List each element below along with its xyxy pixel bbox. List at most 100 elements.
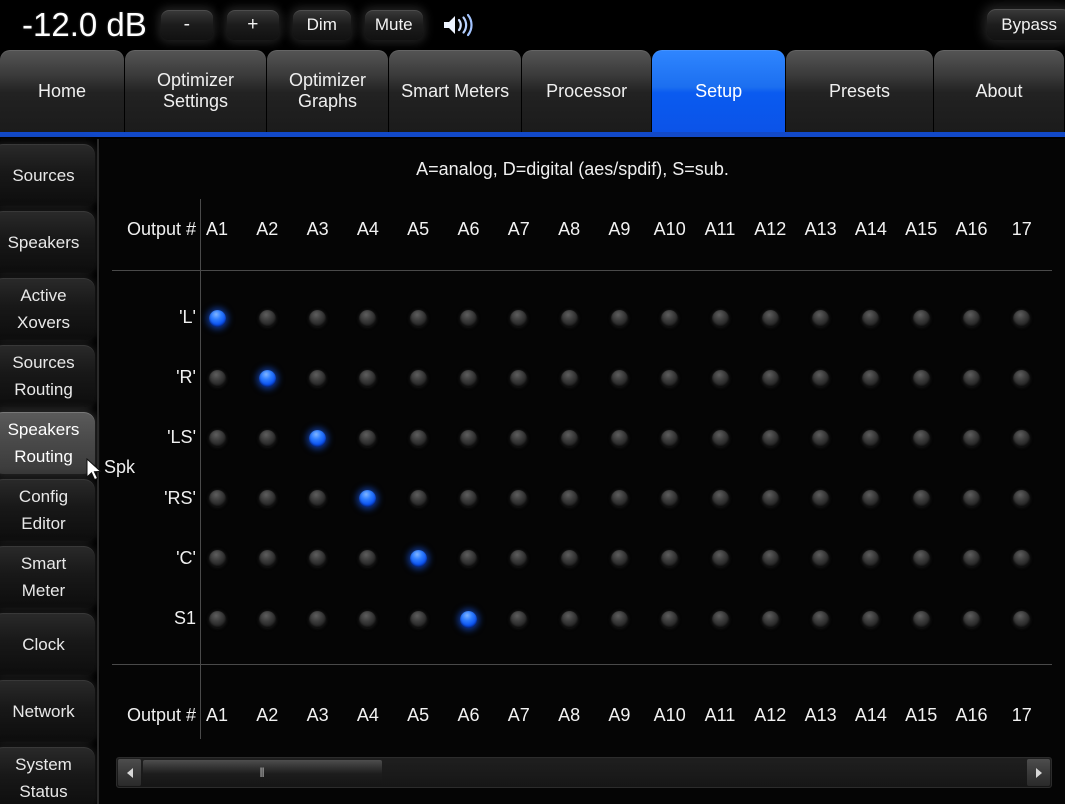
- routing-dot-l-a8[interactable]: [560, 309, 578, 327]
- routing-dot-rs-a2[interactable]: [258, 490, 276, 508]
- routing-dot-s1-a10[interactable]: [661, 610, 679, 628]
- dim-button[interactable]: Dim: [292, 10, 351, 40]
- tab-optimizer-graphs[interactable]: Optimizer Graphs: [267, 50, 389, 132]
- routing-dot-c-a1[interactable]: [208, 550, 226, 568]
- routing-dot-l-a6[interactable]: [460, 309, 477, 327]
- routing-dot-ls-17[interactable]: [1013, 429, 1031, 447]
- routing-dot-c-a9[interactable]: [610, 550, 628, 568]
- routing-dot-rs-a13[interactable]: [812, 490, 830, 508]
- sidebar-item-active-xovers[interactable]: Active Xovers: [0, 278, 95, 340]
- routing-dot-rs-a14[interactable]: [862, 490, 880, 508]
- routing-dot-l-17[interactable]: [1013, 309, 1031, 327]
- routing-dot-l-a7[interactable]: [510, 309, 528, 327]
- sidebar-item-clock[interactable]: Clock: [0, 613, 95, 675]
- sidebar-item-speakers-routing[interactable]: Speakers Routing: [0, 412, 95, 474]
- routing-dot-ls-a3[interactable]: [309, 429, 327, 447]
- routing-dot-r-a1[interactable]: [208, 369, 226, 387]
- routing-dot-s1-a9[interactable]: [610, 610, 628, 628]
- routing-dot-l-a16[interactable]: [963, 309, 980, 327]
- routing-dot-s1-a12[interactable]: [761, 610, 779, 628]
- routing-dot-rs-a15[interactable]: [912, 490, 930, 508]
- routing-dot-c-a3[interactable]: [309, 550, 327, 568]
- routing-dot-r-a15[interactable]: [912, 369, 930, 387]
- routing-dot-ls-a13[interactable]: [812, 429, 830, 447]
- routing-dot-r-a10[interactable]: [661, 369, 679, 387]
- routing-dot-c-a10[interactable]: [661, 550, 679, 568]
- routing-dot-s1-a13[interactable]: [812, 610, 830, 628]
- routing-dot-r-17[interactable]: [1013, 369, 1031, 387]
- routing-dot-s1-17[interactable]: [1013, 610, 1031, 628]
- routing-dot-r-a4[interactable]: [359, 369, 377, 387]
- routing-dot-r-a7[interactable]: [510, 369, 528, 387]
- routing-dot-rs-a16[interactable]: [963, 490, 980, 508]
- routing-dot-rs-a7[interactable]: [510, 490, 528, 508]
- routing-dot-ls-a12[interactable]: [761, 429, 779, 447]
- tab-presets[interactable]: Presets: [786, 50, 933, 132]
- routing-dot-s1-a5[interactable]: [409, 610, 427, 628]
- routing-dot-l-a9[interactable]: [610, 309, 628, 327]
- routing-dot-l-a10[interactable]: [661, 309, 679, 327]
- routing-dot-c-a5[interactable]: [409, 550, 427, 568]
- routing-dot-r-a12[interactable]: [761, 369, 779, 387]
- routing-dot-ls-a15[interactable]: [912, 429, 930, 447]
- routing-dot-ls-a8[interactable]: [560, 429, 578, 447]
- routing-dot-s1-a11[interactable]: [711, 610, 729, 628]
- volume-decrement-button[interactable]: -: [160, 10, 213, 40]
- routing-dot-l-a14[interactable]: [862, 309, 880, 327]
- routing-dot-rs-a5[interactable]: [409, 490, 427, 508]
- scrollbar-thumb[interactable]: ‖: [143, 760, 382, 785]
- routing-dot-l-a5[interactable]: [409, 309, 427, 327]
- routing-dot-l-a12[interactable]: [761, 309, 779, 327]
- speaker-volume-icon[interactable]: [439, 10, 477, 40]
- routing-dot-c-a7[interactable]: [510, 550, 528, 568]
- routing-dot-l-a13[interactable]: [812, 309, 830, 327]
- routing-dot-ls-a10[interactable]: [661, 429, 679, 447]
- routing-dot-c-17[interactable]: [1013, 550, 1031, 568]
- routing-dot-r-a6[interactable]: [460, 369, 477, 387]
- routing-dot-s1-a15[interactable]: [912, 610, 930, 628]
- routing-dot-l-a3[interactable]: [309, 309, 327, 327]
- routing-dot-rs-a9[interactable]: [610, 490, 628, 508]
- routing-dot-s1-a14[interactable]: [862, 610, 880, 628]
- routing-dot-ls-a5[interactable]: [409, 429, 427, 447]
- routing-dot-rs-a4[interactable]: [359, 490, 377, 508]
- routing-dot-c-a6[interactable]: [460, 550, 477, 568]
- tab-setup[interactable]: Setup: [652, 50, 786, 132]
- tab-processor[interactable]: Processor: [522, 50, 652, 132]
- routing-dot-ls-a11[interactable]: [711, 429, 729, 447]
- routing-dot-s1-a8[interactable]: [560, 610, 578, 628]
- bypass-button[interactable]: Bypass: [987, 9, 1065, 40]
- routing-dot-s1-a7[interactable]: [510, 610, 528, 628]
- routing-dot-r-a14[interactable]: [862, 369, 880, 387]
- routing-dot-r-a5[interactable]: [409, 369, 427, 387]
- routing-dot-l-a2[interactable]: [258, 309, 276, 327]
- routing-dot-rs-a12[interactable]: [761, 490, 779, 508]
- mute-button[interactable]: Mute: [364, 10, 423, 40]
- routing-dot-r-a13[interactable]: [812, 369, 830, 387]
- routing-dot-l-a11[interactable]: [711, 309, 729, 327]
- routing-dot-s1-a1[interactable]: [208, 610, 226, 628]
- routing-dot-s1-a6[interactable]: [460, 610, 477, 628]
- sidebar-item-sources[interactable]: Sources: [0, 144, 95, 206]
- routing-dot-r-a2[interactable]: [258, 369, 276, 387]
- routing-dot-l-a4[interactable]: [359, 309, 377, 327]
- sidebar-item-network[interactable]: Network: [0, 680, 95, 742]
- horizontal-scrollbar[interactable]: ‖: [116, 757, 1052, 788]
- routing-dot-s1-a2[interactable]: [258, 610, 276, 628]
- routing-dot-ls-a2[interactable]: [258, 429, 276, 447]
- routing-dot-ls-a9[interactable]: [610, 429, 628, 447]
- routing-dot-c-a13[interactable]: [812, 550, 830, 568]
- routing-dot-ls-a1[interactable]: [208, 429, 226, 447]
- routing-dot-ls-a6[interactable]: [460, 429, 477, 447]
- routing-dot-rs-a6[interactable]: [460, 490, 477, 508]
- routing-dot-ls-a16[interactable]: [963, 429, 980, 447]
- routing-dot-rs-a1[interactable]: [208, 490, 226, 508]
- routing-dot-rs-a3[interactable]: [309, 490, 327, 508]
- routing-dot-r-a16[interactable]: [963, 369, 980, 387]
- sidebar-item-sources-routing[interactable]: Sources Routing: [0, 345, 95, 407]
- routing-dot-rs-a11[interactable]: [711, 490, 729, 508]
- routing-dot-c-a11[interactable]: [711, 550, 729, 568]
- routing-dot-ls-a14[interactable]: [862, 429, 880, 447]
- routing-dot-l-a15[interactable]: [912, 309, 930, 327]
- routing-dot-r-a11[interactable]: [711, 369, 729, 387]
